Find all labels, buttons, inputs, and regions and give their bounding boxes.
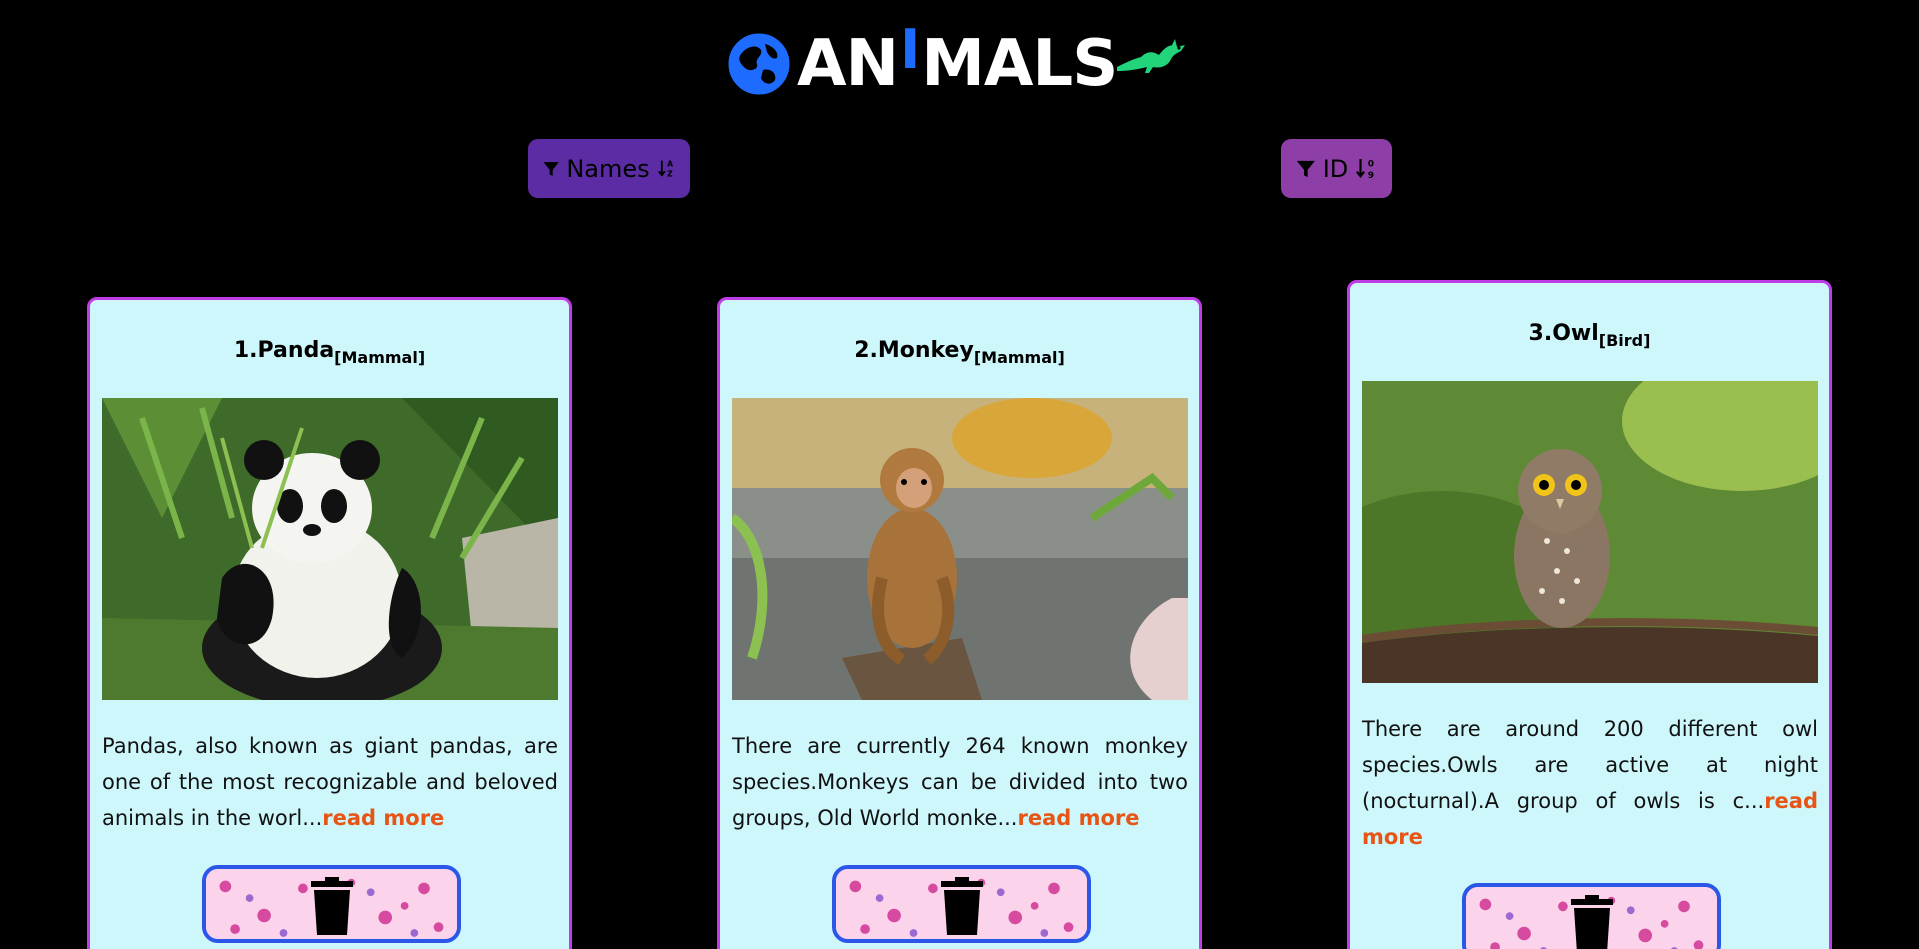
read-more-link[interactable]: read more	[322, 806, 444, 830]
animal-card-owl: 3.Owl[Bird] There are around 200 differe…	[1347, 280, 1832, 949]
logo-wordmark: AN I MALS	[797, 18, 1118, 101]
card-title: 2.Monkey[Mammal]	[720, 338, 1199, 367]
logo-text-bar: I	[900, 18, 920, 81]
card-category: [Mammal]	[334, 348, 426, 367]
card-category: [Bird]	[1598, 331, 1651, 350]
dinosaur-icon	[1117, 39, 1186, 73]
card-category: [Mammal]	[973, 348, 1065, 367]
sort-by-names-button[interactable]: Names A Z	[528, 139, 690, 198]
card-title-name: 2.Monkey	[854, 338, 974, 363]
card-description: There are around 200 different owl speci…	[1362, 711, 1818, 855]
sort-by-id-button[interactable]: ID 0 9	[1281, 139, 1392, 198]
card-title: 3.Owl[Bird]	[1350, 321, 1829, 350]
logo-text-left: AN	[797, 27, 899, 101]
card-title-name: 1.Panda	[233, 338, 335, 363]
trash-icon	[940, 877, 983, 935]
svg-text:0: 0	[1368, 159, 1374, 169]
card-title-name: 3.Owl	[1528, 321, 1599, 346]
filter-icon	[1296, 160, 1315, 177]
read-more-link[interactable]: read more	[1017, 806, 1139, 830]
owl-photo	[1362, 381, 1818, 683]
svg-text:A: A	[667, 159, 673, 168]
filter-icon	[543, 161, 559, 176]
card-description-text: There are around 200 different owl speci…	[1362, 717, 1818, 813]
svg-text:9: 9	[1368, 171, 1374, 181]
card-description: Pandas, also known as giant pandas, are …	[102, 728, 558, 836]
card-description: There are currently 264 known monkey spe…	[732, 728, 1188, 836]
delete-button[interactable]	[202, 865, 461, 943]
sort-names-label: Names	[566, 154, 650, 183]
logo-text-right: MALS	[921, 27, 1118, 101]
trash-icon	[310, 877, 353, 935]
card-title: 1.Panda[Mammal]	[90, 338, 569, 367]
delete-button[interactable]	[1462, 883, 1721, 949]
site-logo[interactable]: AN I MALS	[727, 18, 1189, 101]
globe-icon	[728, 33, 790, 95]
sort-numeric-down-icon: 0 9	[1356, 158, 1374, 181]
trash-icon	[1570, 895, 1613, 949]
animal-card-monkey: 2.Monkey[Mammal] There are currently 264…	[717, 297, 1202, 949]
delete-button[interactable]	[832, 865, 1091, 943]
page: AN I MALS Names A Z ID 0 9 1.Panda[Mamma…	[0, 0, 1919, 949]
monkey-photo	[732, 398, 1188, 700]
svg-text:Z: Z	[667, 169, 673, 178]
panda-photo	[102, 398, 558, 700]
sort-id-label: ID	[1322, 154, 1349, 183]
sort-alpha-down-icon: A Z	[657, 159, 673, 178]
animal-card-panda: 1.Panda[Mammal] Pandas, also known as gi…	[87, 297, 572, 949]
